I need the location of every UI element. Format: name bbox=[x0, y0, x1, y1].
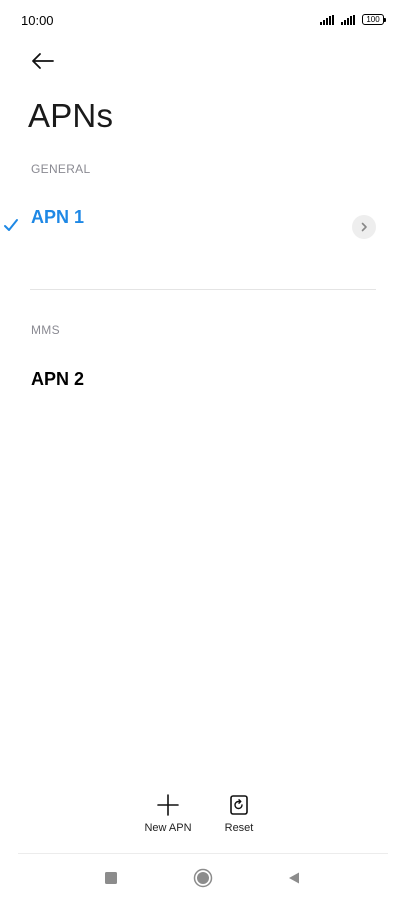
section-header-general: GENERAL bbox=[31, 162, 91, 176]
home-button[interactable] bbox=[192, 867, 214, 889]
apn-name-apn2: APN 2 bbox=[31, 369, 85, 389]
reset-button[interactable]: Reset bbox=[220, 792, 258, 834]
page-title: APNs bbox=[28, 97, 114, 134]
plus-icon bbox=[157, 794, 179, 816]
signal-icon bbox=[341, 15, 355, 25]
status-time: 10:00 bbox=[21, 13, 54, 28]
back-button[interactable] bbox=[26, 46, 60, 76]
chevron-right-icon bbox=[361, 222, 367, 232]
circle-icon bbox=[193, 868, 213, 888]
status-bar: 10:00 100 bbox=[0, 0, 406, 40]
apn-name-apn1: APN 1 bbox=[31, 207, 85, 227]
check-icon bbox=[4, 219, 18, 231]
triangle-back-icon bbox=[289, 872, 299, 884]
apn-details-button[interactable] bbox=[352, 215, 376, 239]
section-header-mms: MMS bbox=[31, 323, 60, 337]
reset-label: Reset bbox=[224, 822, 254, 834]
nav-back-button[interactable] bbox=[283, 867, 305, 889]
recents-button[interactable] bbox=[100, 867, 122, 889]
section-divider bbox=[30, 289, 376, 290]
signal-icon bbox=[320, 15, 334, 25]
nav-divider bbox=[18, 853, 388, 854]
status-icons: 100 bbox=[320, 14, 386, 25]
new-apn-button[interactable]: New APN bbox=[142, 792, 194, 834]
square-icon bbox=[105, 872, 117, 884]
apn-settings-screen: 10:00 100 APNs GENERAL APN 1 MMS APN 2 N… bbox=[0, 0, 406, 902]
reset-icon bbox=[230, 795, 248, 815]
arrow-left-icon bbox=[32, 53, 54, 69]
battery-icon: 100 bbox=[362, 14, 386, 25]
new-apn-label: New APN bbox=[144, 822, 192, 834]
